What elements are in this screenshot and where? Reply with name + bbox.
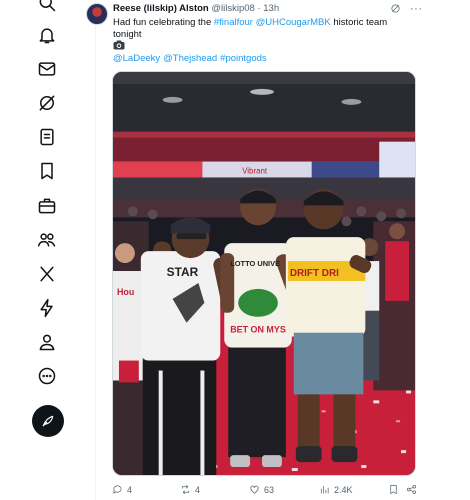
more-circle-icon[interactable] (36, 365, 58, 387)
views-button[interactable]: 2.4K (319, 484, 353, 495)
grok-icon[interactable] (36, 92, 58, 114)
shirt-text: DRIFT DRI (290, 268, 339, 279)
tweet-text-prefix: Had fun celebrating the (113, 17, 214, 28)
people-icon[interactable] (36, 229, 58, 251)
more-options-icon[interactable]: ··· (410, 3, 423, 14)
share-icon (407, 485, 416, 494)
tweet-header: Reese (lilskip) Alston @lilskip08 · 13h (113, 3, 423, 14)
heart-icon (250, 485, 259, 494)
x-logo-icon[interactable] (36, 263, 58, 285)
tweet-header-actions: ··· (390, 3, 423, 14)
reply-button[interactable]: 4 (112, 484, 132, 495)
left-nav-rail (0, 0, 96, 500)
briefcase-icon[interactable] (36, 195, 58, 217)
bookmark-icon[interactable] (36, 160, 58, 182)
author-name[interactable]: Reese (lilskip) Alston (113, 3, 209, 14)
person-icon[interactable] (36, 331, 58, 353)
author-handle[interactable]: @lilskip08 (211, 3, 254, 14)
feather-plus-icon (42, 415, 54, 427)
mention-link[interactable]: @Thejshead (163, 53, 217, 64)
search-icon[interactable] (36, 0, 58, 14)
like-button[interactable]: 63 (249, 484, 274, 495)
repost-button[interactable]: 4 (180, 484, 200, 495)
bell-icon[interactable] (36, 24, 58, 46)
shirt-text: BET ON MYSE (230, 325, 292, 335)
bookmark-button[interactable] (388, 484, 399, 495)
tweet-text: Had fun celebrating the #finalfour @UHCo… (113, 17, 413, 41)
mention-link[interactable]: @LaDeeky (113, 53, 160, 64)
tweet-actions: 4 4 63 2.4K (112, 484, 417, 498)
view-count: 2.4K (334, 484, 353, 495)
grok-icon[interactable] (390, 3, 401, 14)
shirt-text: LOTTO UNIVE (230, 259, 280, 268)
envelope-icon[interactable] (36, 58, 58, 80)
tweet-mentions: @LaDeeky @Thejshead #pointgods (113, 53, 270, 64)
views-chart-icon (320, 485, 329, 494)
mention-link[interactable]: @UHCougarMBK (256, 17, 331, 28)
repost-count: 4 (195, 484, 201, 495)
share-button[interactable] (406, 484, 417, 495)
compose-post-button[interactable] (32, 405, 64, 437)
separator: · (257, 3, 261, 14)
camera-icon (113, 40, 125, 50)
tweet-photo[interactable]: Vibrant Hou STAR LOTTO UNIVE BET ON MYSE… (112, 71, 416, 476)
repost-icon (181, 485, 190, 494)
reply-icon (113, 485, 122, 494)
sign-text: Hou (117, 287, 134, 297)
hashtag-link[interactable]: #finalfour (214, 17, 253, 28)
arena-photo: Vibrant Hou STAR LOTTO UNIVE BET ON MYSE… (113, 72, 415, 475)
timestamp[interactable]: 13h (263, 3, 279, 14)
like-count: 63 (264, 484, 275, 495)
shirt-text: STAR (167, 265, 199, 279)
reply-count: 4 (127, 484, 133, 495)
hashtag-link[interactable]: #pointgods (220, 53, 266, 64)
lightning-icon[interactable] (36, 297, 58, 319)
arena-banner-text: Vibrant (242, 166, 268, 175)
bookmark-icon (390, 485, 397, 494)
list-icon[interactable] (36, 126, 58, 148)
avatar[interactable] (86, 3, 108, 25)
